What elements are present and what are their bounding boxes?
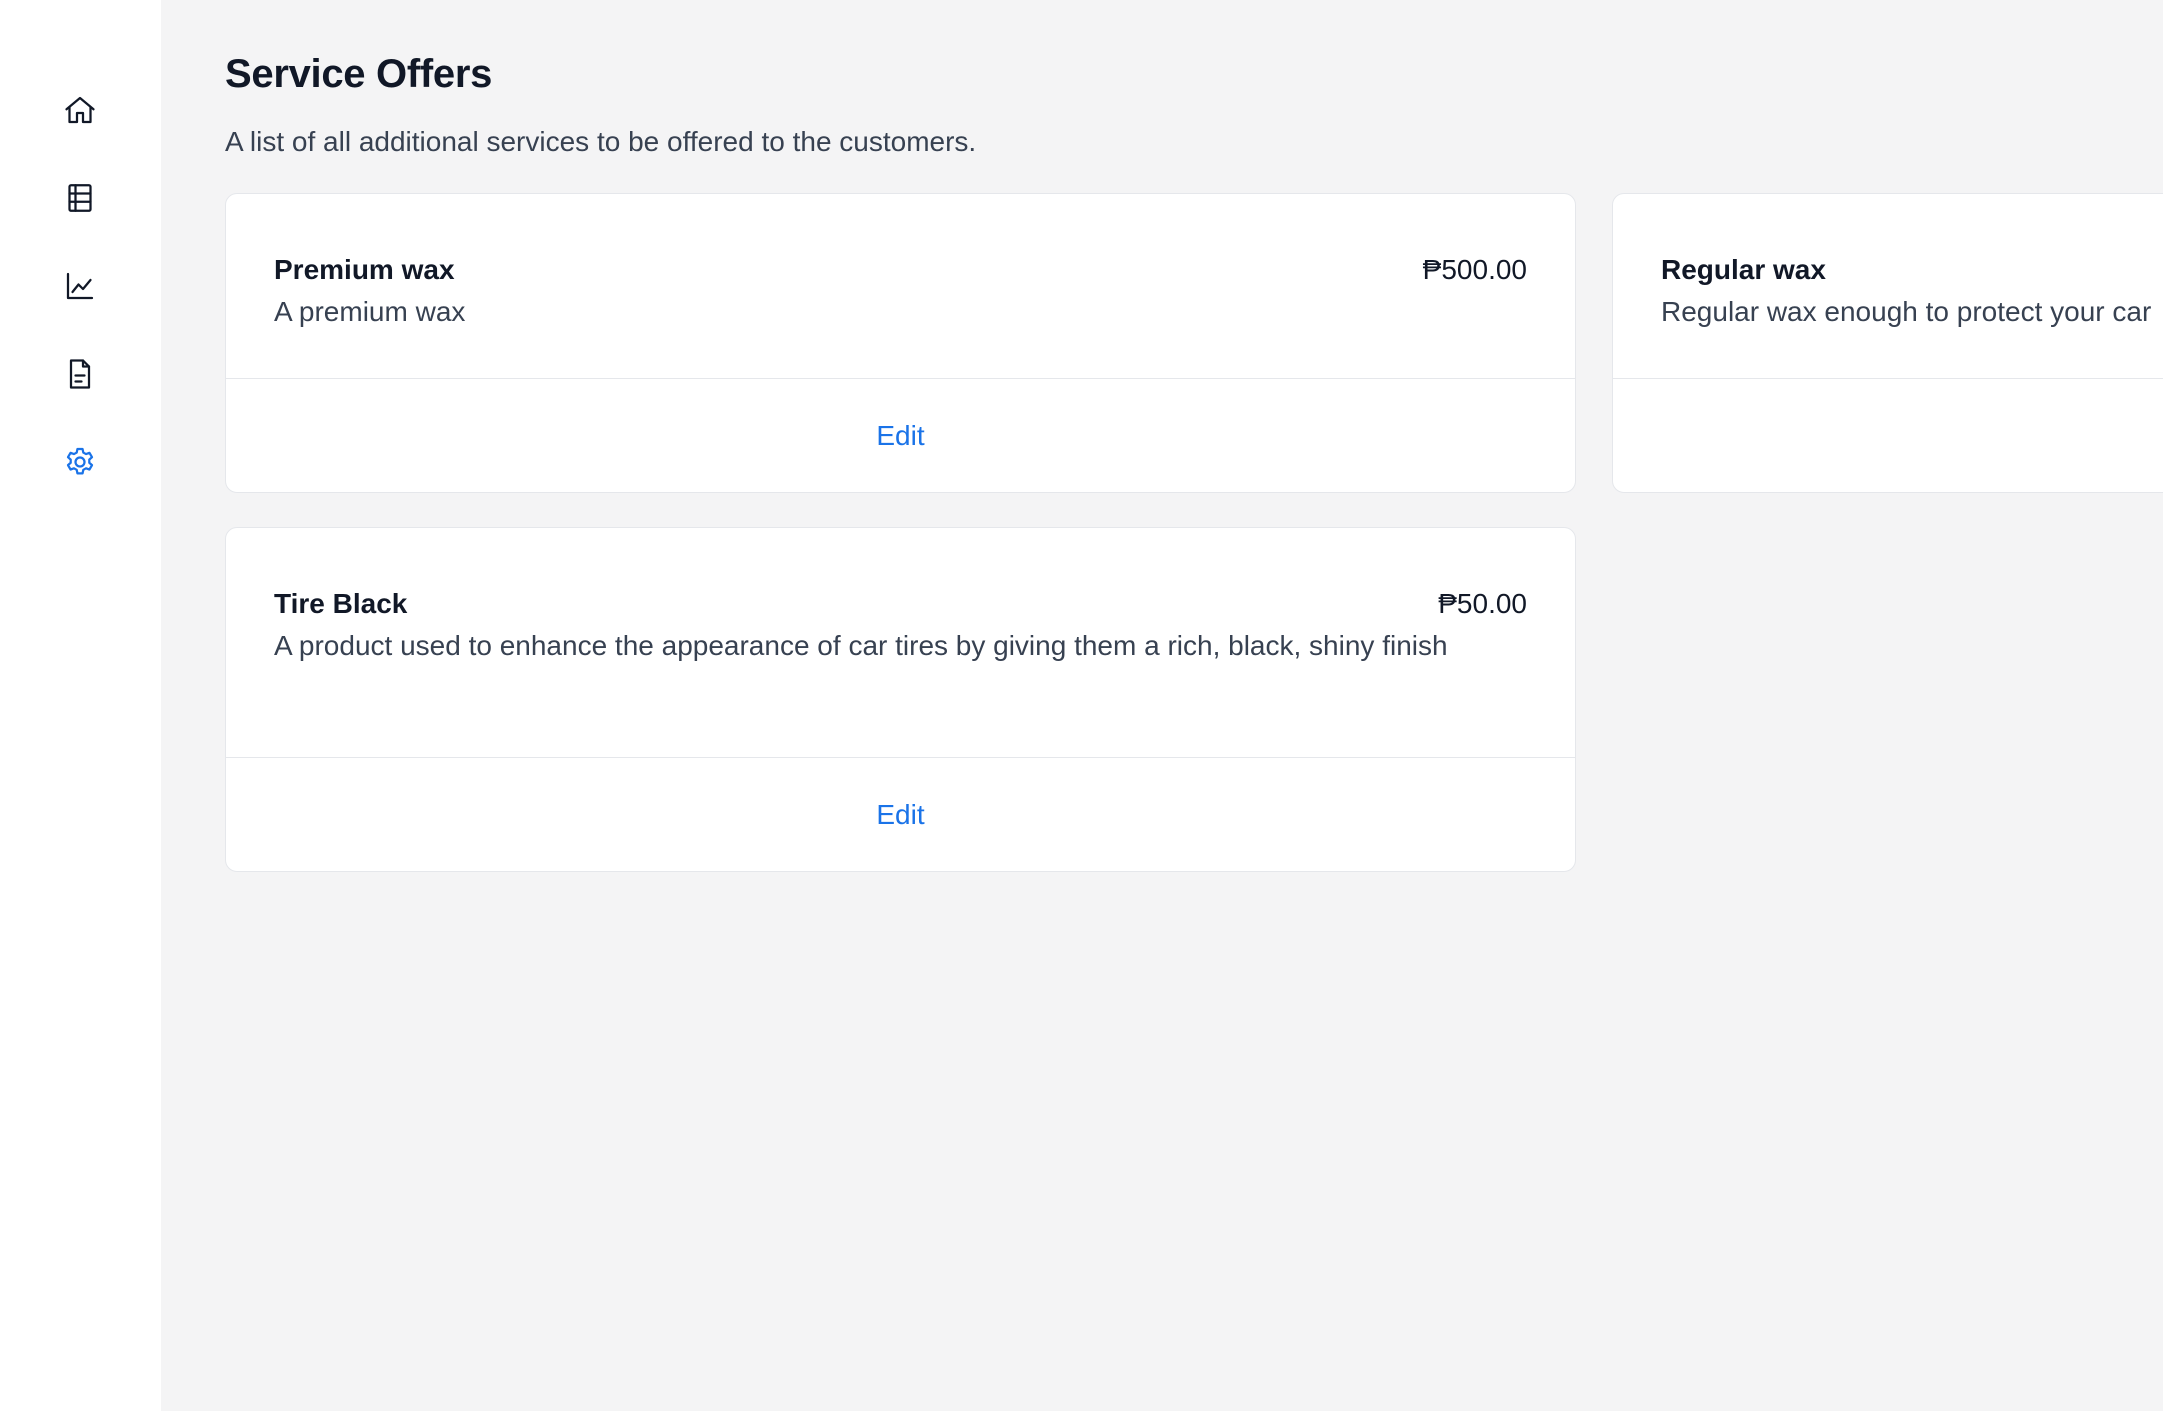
nav-home[interactable] <box>56 86 104 134</box>
table-icon <box>68 184 92 212</box>
nav-documents[interactable] <box>56 350 104 398</box>
offer-description: A premium wax <box>274 296 466 327</box>
offer-description: Regular wax enough to protect your car <box>1661 296 2152 327</box>
main-content: Service Offers A list of all additional … <box>161 0 2163 1411</box>
edit-button[interactable]: Edit <box>876 420 924 452</box>
sidebar <box>0 0 161 1411</box>
edit-button[interactable]: Edit <box>876 799 924 831</box>
card-footer: Edit <box>226 757 1575 871</box>
page-title: Service Offers <box>225 52 493 96</box>
offer-card: Premium wax ₱500.00 A premium wax Edit <box>225 193 1576 493</box>
home-icon <box>65 96 95 124</box>
nav-settings[interactable] <box>56 438 104 486</box>
document-icon <box>69 359 91 389</box>
offer-name: Premium wax <box>274 254 455 285</box>
offer-price: ₱500.00 <box>1422 254 1527 285</box>
offer-price: ₱50.00 <box>1438 588 1527 619</box>
card-footer <box>1613 378 2163 492</box>
offer-name: Tire Black <box>274 588 408 619</box>
nav-records[interactable] <box>56 174 104 222</box>
offer-card: Tire Black ₱50.00 A product used to enha… <box>225 527 1576 872</box>
chart-icon <box>66 272 94 300</box>
offer-card: Regular wax Regular wax enough to protec… <box>1612 193 2163 493</box>
offer-description: A product used to enhance the appearance… <box>274 630 1448 661</box>
offer-name: Regular wax <box>1661 254 1826 285</box>
card-footer: Edit <box>226 378 1575 492</box>
gear-icon <box>66 447 94 475</box>
nav-reports[interactable] <box>56 262 104 310</box>
page-subtitle: A list of all additional services to be … <box>225 126 977 157</box>
